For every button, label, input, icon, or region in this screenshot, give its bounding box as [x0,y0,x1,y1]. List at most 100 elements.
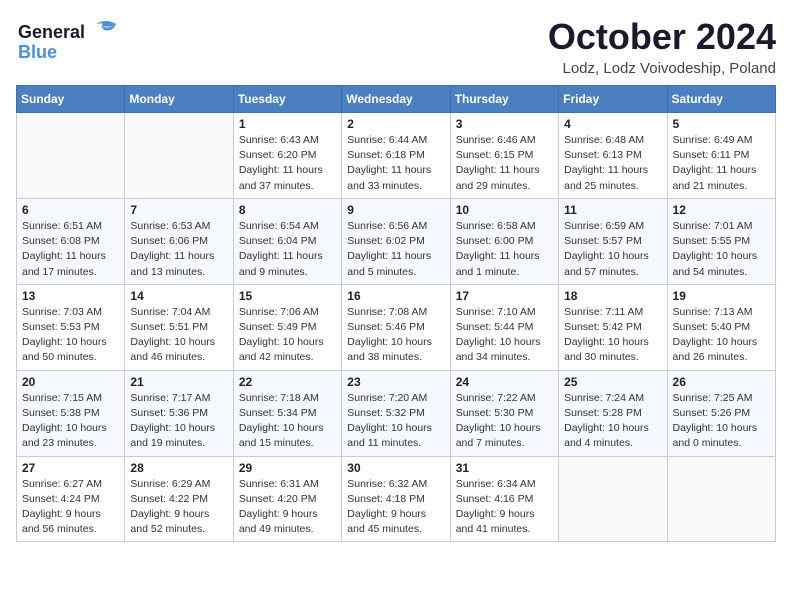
weekday-header: Thursday [450,86,558,113]
title-section: October 2024 Lodz, Lodz Voivodeship, Pol… [548,16,776,77]
day-info: Sunrise: 7:04 AM Sunset: 5:51 PM Dayligh… [130,305,227,366]
calendar-cell: 22Sunrise: 7:18 AM Sunset: 5:34 PM Dayli… [233,370,341,456]
calendar-week-row: 6 Sunrise: 6:51 AM Sunset: 6:08 PM Daylig… [17,198,776,284]
day-number: 17 [456,289,553,303]
day-number: 27 [22,461,119,475]
day-number: 22 [239,375,336,389]
calendar-cell: 17 Sunrise: 7:10 AM Sunset: 5:44 PM Dayli… [450,284,558,370]
day-info: Sunrise: 7:10 AM Sunset: 5:44 PM Dayligh… [456,305,553,366]
day-info: Sunrise: 7:08 AM Sunset: 5:46 PM Dayligh… [347,305,444,366]
calendar-cell: 26 Sunrise: 7:25 AM Sunset: 5:26 PM Dayli… [667,370,775,456]
day-number: 15 [239,289,336,303]
day-number: 29 [239,461,336,475]
calendar-cell: 7 Sunrise: 6:53 AM Sunset: 6:06 PM Daylig… [125,198,233,284]
day-number: 26 [673,375,770,389]
day-info: Sunrise: 6:59 AM Sunset: 5:57 PM Dayligh… [564,219,661,280]
calendar-cell: 3 Sunrise: 6:46 AM Sunset: 6:15 PM Daylig… [450,113,558,199]
day-info: Sunrise: 7:01 AM Sunset: 5:55 PM Dayligh… [673,219,770,280]
day-info: Sunrise: 7:03 AM Sunset: 5:53 PM Dayligh… [22,305,119,366]
weekday-header: Saturday [667,86,775,113]
calendar-header-row: SundayMondayTuesdayWednesdayThursdayFrid… [17,86,776,113]
calendar-cell: 11 Sunrise: 6:59 AM Sunset: 5:57 PM Dayli… [559,198,667,284]
day-number: 16 [347,289,444,303]
day-info: Sunrise: 6:34 AM Sunset: 4:16 PM Dayligh… [456,477,553,538]
calendar-cell: 4 Sunrise: 6:48 AM Sunset: 6:13 PM Daylig… [559,113,667,199]
calendar-cell: 12 Sunrise: 7:01 AM Sunset: 5:55 PM Dayli… [667,198,775,284]
calendar-cell: 15 Sunrise: 7:06 AM Sunset: 5:49 PM Dayli… [233,284,341,370]
day-number: 10 [456,203,553,217]
day-number: 1 [239,117,336,131]
calendar-cell: 2 Sunrise: 6:44 AM Sunset: 6:18 PM Daylig… [342,113,450,199]
calendar-cell: 23Sunrise: 7:20 AM Sunset: 5:32 PM Dayli… [342,370,450,456]
day-number: 8 [239,203,336,217]
calendar-cell: 18Sunrise: 7:11 AM Sunset: 5:42 PM Dayli… [559,284,667,370]
weekday-header: Sunday [17,86,125,113]
day-info: Sunrise: 6:31 AM Sunset: 4:20 PM Dayligh… [239,477,336,538]
calendar-cell: 16 Sunrise: 7:08 AM Sunset: 5:46 PM Dayli… [342,284,450,370]
calendar-cell: 20 Sunrise: 7:15 AM Sunset: 5:38 PM Dayli… [17,370,125,456]
day-number: 11 [564,203,661,217]
calendar-cell: 24 Sunrise: 7:22 AM Sunset: 5:30 PM Dayli… [450,370,558,456]
day-number: 12 [673,203,770,217]
day-number: 25 [564,375,661,389]
calendar-cell: 9Sunrise: 6:56 AM Sunset: 6:02 PM Daylig… [342,198,450,284]
calendar-table: SundayMondayTuesdayWednesdayThursdayFrid… [16,85,776,542]
day-info: Sunrise: 6:32 AM Sunset: 4:18 PM Dayligh… [347,477,444,538]
day-info: Sunrise: 6:53 AM Sunset: 6:06 PM Dayligh… [130,219,227,280]
calendar-cell: 28 Sunrise: 6:29 AM Sunset: 4:22 PM Dayli… [125,456,233,542]
day-number: 3 [456,117,553,131]
calendar-cell: 31 Sunrise: 6:34 AM Sunset: 4:16 PM Dayli… [450,456,558,542]
calendar-week-row: 13 Sunrise: 7:03 AM Sunset: 5:53 PM Dayli… [17,284,776,370]
day-info: Sunrise: 6:51 AM Sunset: 6:08 PM Dayligh… [22,219,119,280]
calendar-cell [559,456,667,542]
svg-text:Blue: Blue [18,42,57,62]
day-info: Sunrise: 6:58 AM Sunset: 6:00 PM Dayligh… [456,219,553,280]
day-info: Sunrise: 6:27 AM Sunset: 4:24 PM Dayligh… [22,477,119,538]
day-info: Sunrise: 7:15 AM Sunset: 5:38 PM Dayligh… [22,391,119,452]
day-info: Sunrise: 7:25 AM Sunset: 5:26 PM Dayligh… [673,391,770,452]
logo: General Blue [16,16,136,64]
day-info: Sunrise: 7:17 AM Sunset: 5:36 PM Dayligh… [130,391,227,452]
day-info: Sunrise: 6:49 AM Sunset: 6:11 PM Dayligh… [673,133,770,194]
weekday-header: Wednesday [342,86,450,113]
calendar-cell: 29 Sunrise: 6:31 AM Sunset: 4:20 PM Dayli… [233,456,341,542]
day-info: Sunrise: 6:46 AM Sunset: 6:15 PM Dayligh… [456,133,553,194]
day-number: 9 [347,203,444,217]
day-number: 2 [347,117,444,131]
calendar-cell: 13 Sunrise: 7:03 AM Sunset: 5:53 PM Dayli… [17,284,125,370]
calendar-week-row: 1Sunrise: 6:43 AM Sunset: 6:20 PM Daylig… [17,113,776,199]
calendar-cell: 25 Sunrise: 7:24 AM Sunset: 5:28 PM Dayli… [559,370,667,456]
calendar-week-row: 27 Sunrise: 6:27 AM Sunset: 4:24 PM Dayli… [17,456,776,542]
day-info: Sunrise: 7:06 AM Sunset: 5:49 PM Dayligh… [239,305,336,366]
weekday-header: Monday [125,86,233,113]
day-number: 13 [22,289,119,303]
day-info: Sunrise: 7:22 AM Sunset: 5:30 PM Dayligh… [456,391,553,452]
day-number: 31 [456,461,553,475]
calendar-cell: 14Sunrise: 7:04 AM Sunset: 5:51 PM Dayli… [125,284,233,370]
day-number: 5 [673,117,770,131]
logo-svg: General Blue [16,16,136,64]
location: Lodz, Lodz Voivodeship, Poland [548,60,776,77]
day-number: 23 [347,375,444,389]
day-number: 4 [564,117,661,131]
day-number: 24 [456,375,553,389]
calendar-cell: 30Sunrise: 6:32 AM Sunset: 4:18 PM Dayli… [342,456,450,542]
day-info: Sunrise: 6:29 AM Sunset: 4:22 PM Dayligh… [130,477,227,538]
calendar-cell: 27 Sunrise: 6:27 AM Sunset: 4:24 PM Dayli… [17,456,125,542]
day-info: Sunrise: 6:48 AM Sunset: 6:13 PM Dayligh… [564,133,661,194]
day-number: 6 [22,203,119,217]
weekday-header: Friday [559,86,667,113]
day-number: 19 [673,289,770,303]
calendar-cell [125,113,233,199]
calendar-cell: 5 Sunrise: 6:49 AM Sunset: 6:11 PM Daylig… [667,113,775,199]
day-number: 28 [130,461,227,475]
calendar-cell: 1Sunrise: 6:43 AM Sunset: 6:20 PM Daylig… [233,113,341,199]
weekday-header: Tuesday [233,86,341,113]
day-info: Sunrise: 7:24 AM Sunset: 5:28 PM Dayligh… [564,391,661,452]
day-info: Sunrise: 6:54 AM Sunset: 6:04 PM Dayligh… [239,219,336,280]
day-number: 7 [130,203,227,217]
calendar-week-row: 20 Sunrise: 7:15 AM Sunset: 5:38 PM Dayli… [17,370,776,456]
day-number: 18 [564,289,661,303]
day-info: Sunrise: 6:44 AM Sunset: 6:18 PM Dayligh… [347,133,444,194]
day-number: 20 [22,375,119,389]
